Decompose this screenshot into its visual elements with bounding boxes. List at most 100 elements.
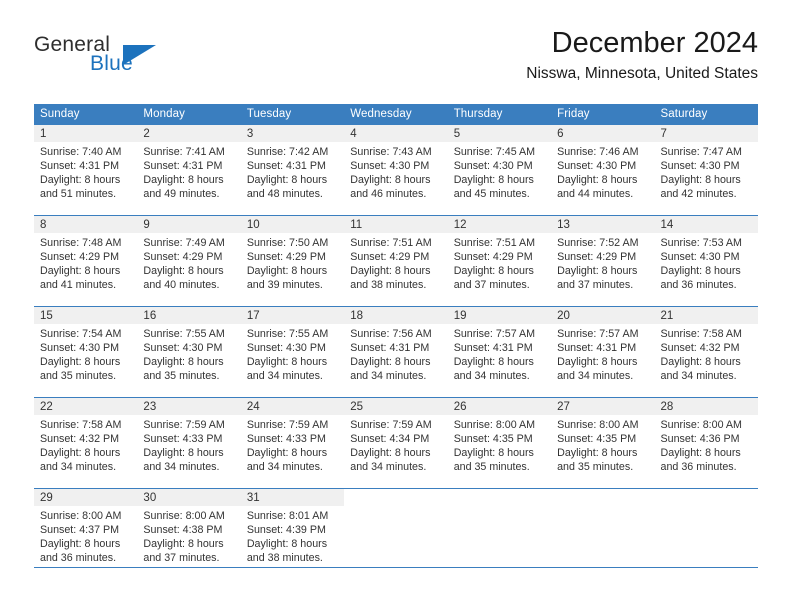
day-cell-inner: 14 Sunrise: 7:53 AM Sunset: 4:30 PM Dayligh… [654, 216, 758, 306]
day-cell-inner [655, 489, 758, 579]
day-cell-inner: 24 Sunrise: 7:59 AM Sunset: 4:33 PM Dayligh… [240, 398, 345, 488]
sunset-text: Sunset: 4:29 PM [246, 251, 326, 264]
calendar-day-cell[interactable]: 6 Sunrise: 7:46 AM Sunset: 4:30 PM Daylight… [551, 125, 655, 216]
daylight-text-cont: and 34 minutes. [350, 461, 427, 474]
sunrise-text: Sunrise: 7:40 AM [40, 146, 122, 158]
calendar-day-cell[interactable]: 20 Sunrise: 7:57 AM Sunset: 4:31 PM Dayligh… [551, 306, 655, 398]
sunrise-text: Sunrise: 7:55 AM [143, 328, 225, 340]
sunset-text: Sunset: 4:34 PM [350, 433, 430, 446]
calendar-day-cell[interactable]: 30 Sunrise: 8:00 AM Sunset: 4:38 PM Dayligh… [137, 488, 241, 579]
calendar-body: 1 Sunrise: 7:40 AM Sunset: 4:31 PM Daylight… [34, 125, 758, 579]
calendar-day-cell[interactable]: 17 Sunrise: 7:55 AM Sunset: 4:30 PM Dayligh… [240, 306, 345, 398]
day-number: 20 [551, 307, 655, 324]
day-cell-inner: 25 Sunrise: 7:59 AM Sunset: 4:34 PM Dayligh… [344, 398, 448, 488]
day-number: 29 [34, 489, 138, 506]
brand-logo[interactable]: General Blue [34, 34, 184, 84]
calendar-day-cell[interactable]: 24 Sunrise: 7:59 AM Sunset: 4:33 PM Dayligh… [240, 397, 345, 489]
daylight-text-cont: and 35 minutes. [143, 370, 220, 383]
daylight-text: Daylight: 8 hours [143, 356, 224, 369]
day-number: 3 [240, 125, 345, 142]
calendar-day-cell[interactable]: 25 Sunrise: 7:59 AM Sunset: 4:34 PM Dayligh… [344, 397, 448, 489]
day-number [448, 489, 551, 506]
calendar-day-cell[interactable]: 10 Sunrise: 7:50 AM Sunset: 4:29 PM Dayligh… [240, 215, 345, 307]
daylight-text: Daylight: 8 hours [557, 265, 638, 278]
sunrise-text: Sunrise: 7:46 AM [557, 146, 639, 158]
day-number: 5 [447, 125, 552, 142]
daylight-text: Daylight: 8 hours [453, 174, 534, 187]
grid-bottom-rule [34, 567, 758, 568]
sunset-text: Sunset: 4:38 PM [143, 524, 223, 537]
calendar-day-cell[interactable]: 1 Sunrise: 7:40 AM Sunset: 4:31 PM Daylight… [34, 125, 138, 216]
calendar-day-cell[interactable]: 4 Sunrise: 7:43 AM Sunset: 4:30 PM Daylight… [344, 125, 448, 216]
day-cell-inner: 10 Sunrise: 7:50 AM Sunset: 4:29 PM Dayligh… [240, 216, 345, 306]
day-cell-inner: 21 Sunrise: 7:58 AM Sunset: 4:32 PM Dayligh… [654, 307, 758, 397]
day-cell-inner: 26 Sunrise: 8:00 AM Sunset: 4:35 PM Dayligh… [447, 398, 552, 488]
sunrise-text: Sunrise: 7:54 AM [40, 328, 122, 340]
sunset-text: Sunset: 4:29 PM [143, 251, 223, 264]
sunrise-text: Sunrise: 7:51 AM [453, 237, 536, 249]
calendar-day-cell[interactable]: 19 Sunrise: 7:57 AM Sunset: 4:31 PM Dayligh… [447, 306, 552, 398]
calendar-page: General Blue December 2024 Nisswa, Minne… [0, 0, 792, 612]
calendar-day-cell[interactable]: 3 Sunrise: 7:42 AM Sunset: 4:31 PM Daylight… [240, 125, 345, 216]
day-details: Sunrise: 7:48 AM Sunset: 4:29 PM Daylight:… [34, 233, 137, 292]
day-cell-inner [448, 489, 551, 579]
day-cell-inner: 16 Sunrise: 7:55 AM Sunset: 4:30 PM Dayligh… [137, 307, 241, 397]
calendar-day-cell[interactable]: 29 Sunrise: 8:00 AM Sunset: 4:37 PM Dayligh… [34, 488, 138, 579]
sunset-text: Sunset: 4:32 PM [660, 342, 740, 355]
calendar-week-row: 15 Sunrise: 7:54 AM Sunset: 4:30 PM Dayligh… [34, 306, 758, 398]
daylight-text: Daylight: 8 hours [143, 265, 224, 278]
day-number: 8 [34, 216, 138, 233]
calendar-day-cell[interactable]: 22 Sunrise: 7:58 AM Sunset: 4:32 PM Dayligh… [34, 397, 138, 489]
calendar-day-cell[interactable]: 7 Sunrise: 7:47 AM Sunset: 4:30 PM Daylight… [654, 125, 758, 216]
calendar-day-cell[interactable]: 8 Sunrise: 7:48 AM Sunset: 4:29 PM Daylight… [34, 215, 138, 307]
day-cell-inner: 15 Sunrise: 7:54 AM Sunset: 4:30 PM Dayligh… [34, 307, 138, 397]
daylight-text-cont: and 38 minutes. [350, 279, 427, 292]
daylight-text: Daylight: 8 hours [143, 447, 224, 460]
day-details [655, 506, 758, 509]
sunset-text: Sunset: 4:29 PM [453, 251, 533, 264]
calendar-week-row: 1 Sunrise: 7:40 AM Sunset: 4:31 PM Daylight… [34, 125, 758, 216]
daylight-text-cont: and 36 minutes. [40, 552, 117, 565]
daylight-text-cont: and 46 minutes. [350, 188, 427, 201]
daylight-text-cont: and 34 minutes. [143, 461, 220, 474]
day-number: 6 [551, 125, 655, 142]
calendar-day-cell[interactable]: 2 Sunrise: 7:41 AM Sunset: 4:31 PM Daylight… [137, 125, 241, 216]
sunset-text: Sunset: 4:31 PM [350, 342, 430, 355]
daylight-text: Daylight: 8 hours [40, 538, 121, 551]
day-number: 9 [137, 216, 241, 233]
day-cell-inner: 9 Sunrise: 7:49 AM Sunset: 4:29 PM Daylight… [137, 216, 241, 306]
daylight-text: Daylight: 8 hours [453, 356, 534, 369]
calendar-day-cell[interactable]: 16 Sunrise: 7:55 AM Sunset: 4:30 PM Dayligh… [137, 306, 241, 398]
daylight-text-cont: and 36 minutes. [660, 461, 737, 474]
calendar-day-cell[interactable]: 9 Sunrise: 7:49 AM Sunset: 4:29 PM Daylight… [137, 215, 241, 307]
day-details: Sunrise: 7:47 AM Sunset: 4:30 PM Daylight:… [655, 142, 758, 201]
day-cell-inner: 2 Sunrise: 7:41 AM Sunset: 4:31 PM Daylight… [137, 125, 241, 215]
day-number: 10 [240, 216, 345, 233]
calendar-day-cell[interactable]: 28 Sunrise: 8:00 AM Sunset: 4:36 PM Dayligh… [654, 397, 758, 489]
calendar-day-cell[interactable]: 27 Sunrise: 8:00 AM Sunset: 4:35 PM Dayligh… [551, 397, 655, 489]
day-details: Sunrise: 7:40 AM Sunset: 4:31 PM Daylight:… [34, 142, 137, 201]
sunset-text: Sunset: 4:30 PM [660, 160, 740, 173]
sunrise-text: Sunrise: 7:45 AM [453, 146, 536, 158]
calendar-day-cell[interactable]: 18 Sunrise: 7:56 AM Sunset: 4:31 PM Dayligh… [344, 306, 448, 398]
calendar-day-cell[interactable]: 11 Sunrise: 7:51 AM Sunset: 4:29 PM Dayligh… [344, 215, 448, 307]
day-number: 14 [654, 216, 758, 233]
calendar-day-cell[interactable]: 5 Sunrise: 7:45 AM Sunset: 4:30 PM Daylight… [447, 125, 552, 216]
calendar-day-cell[interactable]: 21 Sunrise: 7:58 AM Sunset: 4:32 PM Dayligh… [654, 306, 758, 398]
day-cell-inner: 20 Sunrise: 7:57 AM Sunset: 4:31 PM Dayligh… [551, 307, 655, 397]
calendar-day-cell[interactable]: 31 Sunrise: 8:01 AM Sunset: 4:39 PM Dayligh… [240, 488, 345, 579]
calendar-week-row: 8 Sunrise: 7:48 AM Sunset: 4:29 PM Daylight… [34, 215, 758, 307]
sunset-text: Sunset: 4:31 PM [557, 342, 637, 355]
day-number: 28 [654, 398, 758, 415]
day-cell-inner: 27 Sunrise: 8:00 AM Sunset: 4:35 PM Dayligh… [551, 398, 655, 488]
calendar-day-cell[interactable]: 13 Sunrise: 7:52 AM Sunset: 4:29 PM Dayligh… [551, 215, 655, 307]
daylight-text: Daylight: 8 hours [246, 447, 328, 460]
calendar-day-cell[interactable]: 12 Sunrise: 7:51 AM Sunset: 4:29 PM Dayligh… [447, 215, 552, 307]
calendar-day-cell[interactable]: 23 Sunrise: 7:59 AM Sunset: 4:33 PM Dayligh… [137, 397, 241, 489]
calendar-day-cell[interactable]: 26 Sunrise: 8:00 AM Sunset: 4:35 PM Dayligh… [447, 397, 552, 489]
sunrise-text: Sunrise: 8:01 AM [246, 510, 329, 522]
weekday-header-friday: Friday [551, 104, 655, 125]
calendar-day-cell-empty [344, 488, 448, 579]
calendar-day-cell[interactable]: 15 Sunrise: 7:54 AM Sunset: 4:30 PM Dayligh… [34, 306, 138, 398]
calendar-day-cell[interactable]: 14 Sunrise: 7:53 AM Sunset: 4:30 PM Dayligh… [654, 215, 758, 307]
